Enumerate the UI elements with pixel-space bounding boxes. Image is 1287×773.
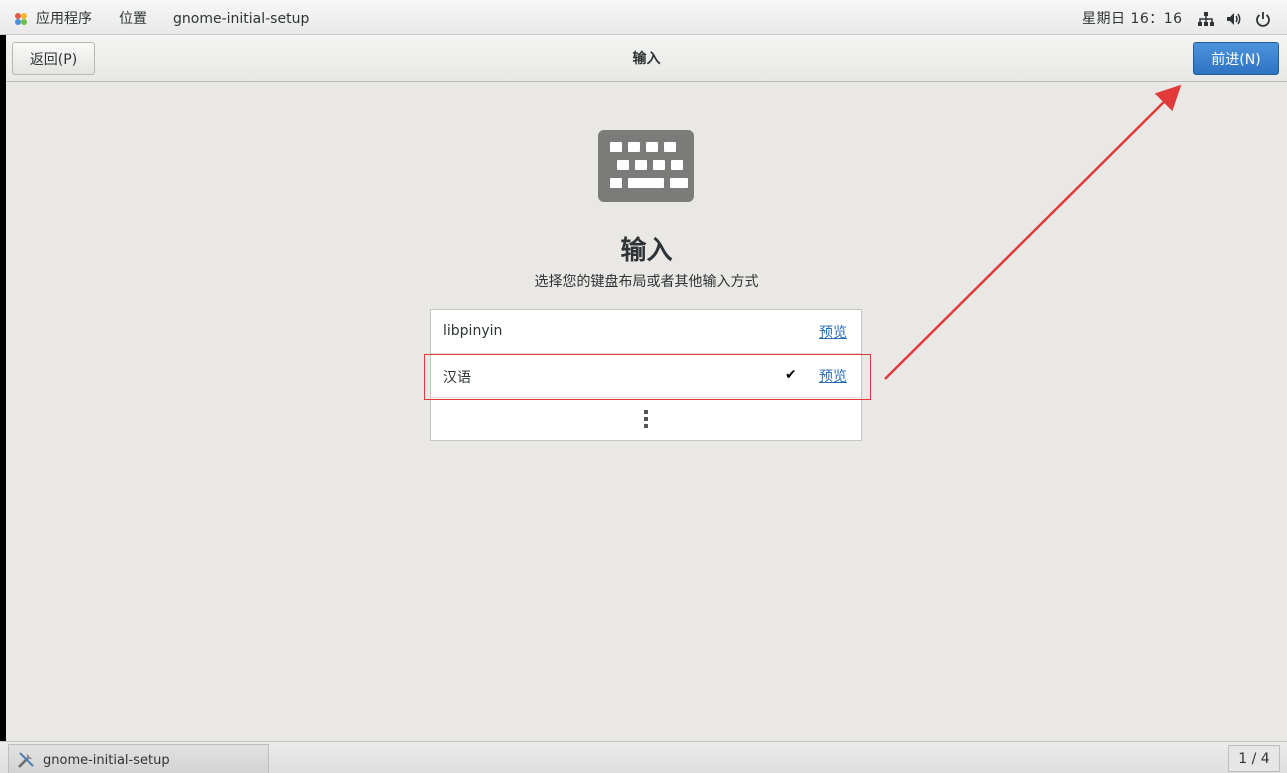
next-button[interactable]: 前进(N) bbox=[1193, 42, 1279, 75]
workspace-switcher[interactable]: 1 / 4 bbox=[1228, 745, 1280, 772]
app-menu[interactable]: gnome-initial-setup bbox=[173, 0, 309, 35]
input-source-label: 汉语 bbox=[443, 370, 471, 386]
clock[interactable]: 星期日 16：16 bbox=[1082, 0, 1183, 35]
more-icon bbox=[644, 410, 648, 428]
preview-link[interactable]: 预览 bbox=[819, 322, 847, 342]
applications-menu-icon[interactable] bbox=[13, 11, 29, 27]
power-icon[interactable] bbox=[1254, 10, 1272, 28]
network-icon[interactable] bbox=[1197, 10, 1215, 28]
checkmark-icon: ✔ bbox=[785, 367, 797, 383]
volume-icon[interactable] bbox=[1225, 10, 1243, 28]
section-heading: 输入 bbox=[620, 236, 673, 266]
taskbar-window-button[interactable]: gnome-initial-setup bbox=[8, 744, 269, 773]
header-bar: 返回(P) 输入 前进(N) bbox=[6, 35, 1287, 82]
keyboard-icon bbox=[598, 130, 694, 202]
top-panel: 应用程序 位置 gnome-initial-setup 星期日 16：16 bbox=[0, 0, 1287, 35]
input-source-list: libpinyin 预览 汉语 ✔ 预览 bbox=[430, 309, 862, 441]
more-input-sources-button[interactable] bbox=[431, 398, 861, 440]
taskbar-window-label: gnome-initial-setup bbox=[43, 753, 170, 768]
bottom-panel: gnome-initial-setup 1 / 4 bbox=[0, 741, 1287, 773]
input-source-row-libpinyin[interactable]: libpinyin 预览 bbox=[431, 310, 861, 354]
input-source-label: libpinyin bbox=[443, 323, 503, 339]
applications-menu[interactable]: 应用程序 bbox=[36, 0, 92, 35]
section-subtitle: 选择您的键盘布局或者其他输入方式 bbox=[534, 274, 759, 290]
input-source-row-chinese[interactable]: 汉语 ✔ 预览 bbox=[431, 354, 861, 398]
page-title: 输入 bbox=[632, 51, 661, 67]
tools-icon bbox=[18, 752, 34, 768]
places-menu[interactable]: 位置 bbox=[119, 0, 147, 35]
main-content: 输入 选择您的键盘布局或者其他输入方式 libpinyin 预览 汉语 ✔ 预览 bbox=[6, 82, 1287, 741]
preview-link[interactable]: 预览 bbox=[819, 366, 847, 386]
